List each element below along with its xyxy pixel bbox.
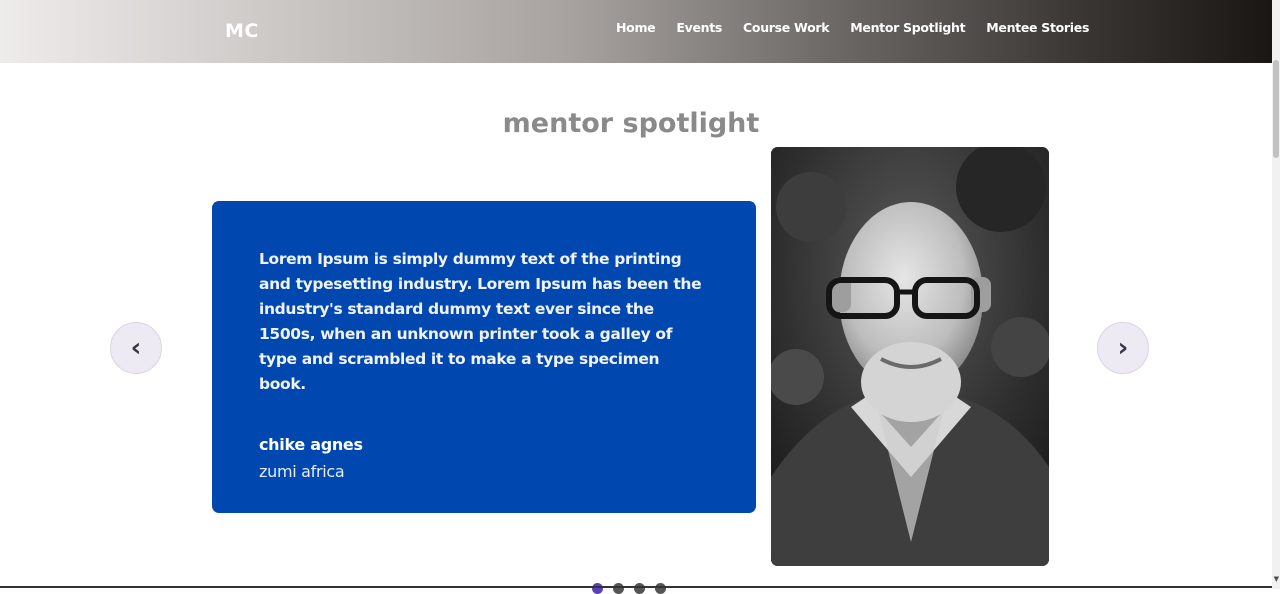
testimonial-quote: Lorem Ipsum is simply dummy text of the … xyxy=(259,250,702,393)
mentor-name: chike agnes xyxy=(259,435,363,454)
section-title: mentor spotlight xyxy=(502,108,760,139)
top-navbar: MC Home Events Course Work Mentor Spotli… xyxy=(0,0,1272,63)
nav-link-mentee-stories[interactable]: Mentee Stories xyxy=(986,20,1089,35)
scroll-down-arrow-icon[interactable]: ▼ xyxy=(1274,575,1279,583)
testimonial-card: Lorem Ipsum is simply dummy text of the … xyxy=(212,201,756,513)
chevron-right-icon: › xyxy=(1117,333,1129,363)
page-scrollbar[interactable]: ▼ xyxy=(1272,0,1280,589)
nav-links: Home Events Course Work Mentor Spotlight… xyxy=(616,20,1110,35)
nav-link-home[interactable]: Home xyxy=(616,20,656,35)
nav-link-course-work[interactable]: Course Work xyxy=(743,20,830,35)
mentor-organization: zumi africa xyxy=(259,462,345,481)
mentor-photo xyxy=(771,147,1049,566)
mentor-portrait-image xyxy=(771,147,1049,566)
chevron-left-icon: ‹ xyxy=(130,333,142,363)
carousel-prev-button[interactable]: ‹ xyxy=(110,322,162,374)
carousel-next-button[interactable]: › xyxy=(1097,322,1149,374)
nav-link-mentor-spotlight[interactable]: Mentor Spotlight xyxy=(850,20,965,35)
brand-logo[interactable]: MC xyxy=(225,20,259,42)
scrollbar-thumb[interactable] xyxy=(1273,60,1279,158)
section-divider xyxy=(0,586,1272,588)
nav-link-events[interactable]: Events xyxy=(676,20,722,35)
